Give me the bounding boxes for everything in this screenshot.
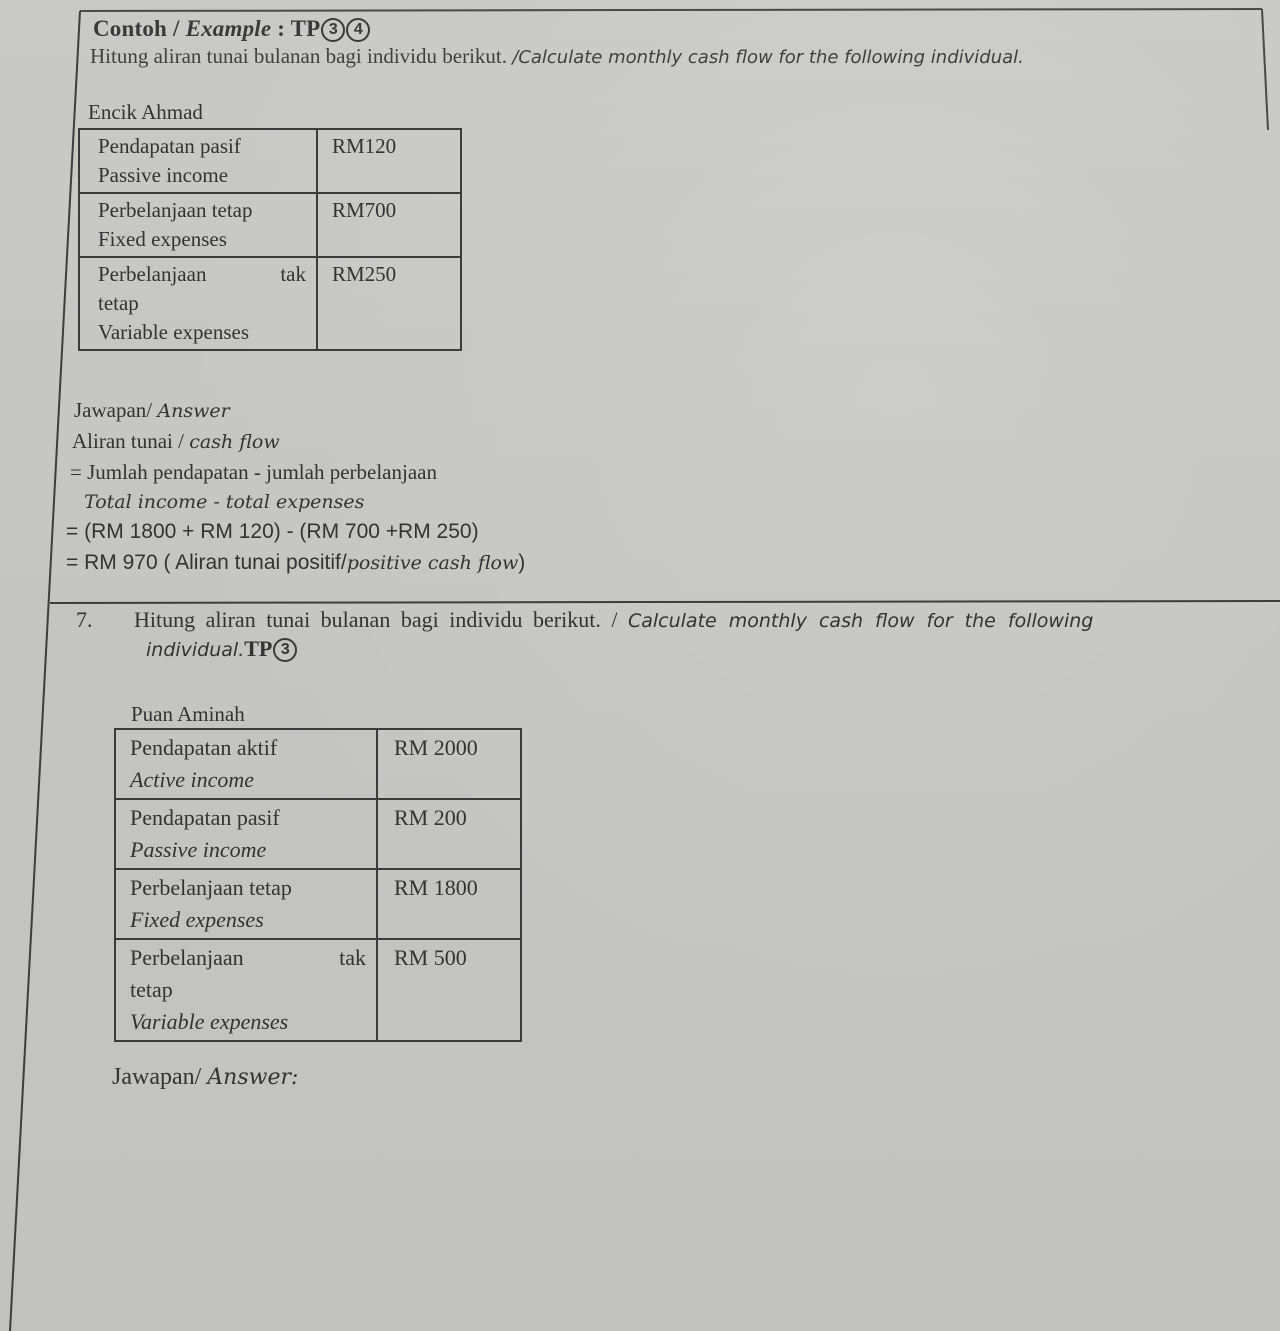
result-en: positive cash flow xyxy=(346,552,519,574)
label-ms: Pendapatan pasif xyxy=(130,805,280,830)
answer-heading-en: Answer xyxy=(157,400,230,422)
table-cell-value: RM 1800 xyxy=(376,868,522,940)
label-ms: Perbelanjaan xyxy=(130,945,244,970)
example-heading-ms: Contoh xyxy=(93,16,168,41)
tp-label: TP xyxy=(244,636,273,661)
instruction-en-cont: individual. xyxy=(146,639,245,661)
table-row: Pendapatan aktif Active income RM 2000 xyxy=(114,728,522,800)
answer-heading: Jawapan/ Answer xyxy=(66,395,525,426)
instruction-ms: Hitung aliran tunai bulanan bagi individ… xyxy=(134,607,628,632)
label-ms-part: tetap xyxy=(130,977,173,1002)
example-person-name: Encik Ahmad xyxy=(88,100,203,124)
label-ms-part: tak xyxy=(339,945,366,970)
example-instruction: Hitung aliran tunai bulanan bagi individ… xyxy=(90,44,1024,69)
question-7-answer-area[interactable] xyxy=(112,1110,1212,1310)
label-ms-part: tak xyxy=(280,262,306,286)
tp-level-badge: 3 xyxy=(321,18,346,42)
label-ms: Perbelanjaan tetap xyxy=(130,875,292,900)
table-cell-value: RM 200 xyxy=(376,798,522,870)
example-answer: Jawapan/ Answer Aliran tunai / cash flow… xyxy=(66,395,525,578)
table-cell-value: RM250 xyxy=(316,256,462,351)
label-ms: Perbelanjaan tetap xyxy=(98,198,253,222)
table-cell-label: Perbelanjaan tetap Fixed expenses xyxy=(114,868,378,940)
instruction-ms: Hitung aliran tunai bulanan bagi individ… xyxy=(90,44,513,68)
cashflow-label: Aliran tunai / cash flow xyxy=(66,426,525,457)
answer-heading-ms: Jawapan/ xyxy=(112,1064,208,1090)
instruction-en: Calculate monthly cash flow for the foll… xyxy=(627,610,1094,632)
table-cell-value: RM120 xyxy=(316,128,462,194)
formula-ms: = Jumlah pendapatan - jumlah perbelanjaa… xyxy=(70,460,437,484)
label-ms: Pendapatan aktif xyxy=(130,735,278,760)
question-7-answer-heading: Jawapan/ Answer: xyxy=(112,1064,298,1091)
heading-separator: / xyxy=(167,16,186,41)
substitution: = (RM 1800 + RM 120) - (RM 700 +RM 250) xyxy=(66,520,479,543)
label-en: Variable expenses xyxy=(98,320,250,344)
label-ms-line: Perbelanjaan tak xyxy=(98,260,306,289)
cashflow-en: cash flow xyxy=(189,431,280,453)
result: = RM 970 ( Aliran tunai positif/positive… xyxy=(66,547,525,578)
label-en: Passive income xyxy=(98,163,229,187)
label-ms-line: Perbelanjaan tak xyxy=(130,942,366,974)
answer-heading-ms: Jawapan/ xyxy=(74,398,158,422)
label-en: Variable expenses xyxy=(130,1009,289,1034)
table-row: Pendapatan pasif Passive income RM 200 xyxy=(114,798,522,870)
example-heading: Contoh / Example : TP 3 4 xyxy=(93,16,371,42)
question-7-person-name: Puan Aminah xyxy=(131,702,245,726)
cashflow-ms: Aliran tunai / xyxy=(72,429,190,453)
question-7-finance-table: Pendapatan aktif Active income RM 2000 P… xyxy=(114,728,522,1042)
table-row: Perbelanjaan tak tetap Variable expenses … xyxy=(78,256,462,351)
tp-label: : TP xyxy=(271,16,321,41)
table-row: Perbelanjaan tak tetap Variable expenses … xyxy=(114,938,522,1042)
table-row: Pendapatan pasif Passive income RM120 xyxy=(78,128,462,194)
example-heading-en: Example xyxy=(185,16,272,41)
label-ms: Pendapatan pasif xyxy=(98,134,241,158)
table-cell-label: Pendapatan pasif Passive income xyxy=(114,798,378,870)
question-number: 7. xyxy=(76,607,93,632)
label-en: Fixed expenses xyxy=(98,227,227,251)
table-cell-label: Perbelanjaan tak tetap Variable expenses xyxy=(114,938,378,1042)
table-cell-label: Perbelanjaan tak tetap Variable expenses xyxy=(78,256,318,351)
question-7-instruction: 7. Hitung aliran tunai bulanan bagi indiv… xyxy=(76,604,1093,637)
table-cell-value: RM 500 xyxy=(376,938,522,1042)
tp-level-badge: 3 xyxy=(273,638,298,662)
table-cell-label: Pendapatan aktif Active income xyxy=(114,728,378,800)
table-cell-label: Perbelanjaan tetap Fixed expenses xyxy=(78,192,318,258)
label-en: Active income xyxy=(130,767,254,792)
table-cell-value: RM700 xyxy=(316,192,462,258)
table-cell-value: RM 2000 xyxy=(376,728,522,800)
label-en: Passive income xyxy=(130,837,267,862)
tp-level-badge: 4 xyxy=(346,18,371,42)
label-ms: Perbelanjaan xyxy=(98,262,207,286)
question-7-instruction-cont: individual.TP 3 xyxy=(146,636,298,662)
table-cell-label: Pendapatan pasif Passive income xyxy=(78,128,318,194)
table-row: Perbelanjaan tetap Fixed expenses RM700 xyxy=(78,192,462,258)
table-row: Perbelanjaan tetap Fixed expenses RM 180… xyxy=(114,868,522,940)
result-prefix: = RM 970 ( Aliran tunai positif/ xyxy=(66,551,347,574)
answer-heading-en: Answer: xyxy=(207,1065,299,1090)
label-en: Fixed expenses xyxy=(130,907,264,932)
label-ms-part: tetap xyxy=(98,291,139,315)
instruction-en: /Calculate monthly cash flow for the fol… xyxy=(512,47,1024,68)
example-finance-table: Pendapatan pasif Passive income RM120 Pe… xyxy=(78,128,462,351)
result-suffix: ) xyxy=(518,551,526,574)
formula-en: Total income - total expenses xyxy=(84,491,365,513)
